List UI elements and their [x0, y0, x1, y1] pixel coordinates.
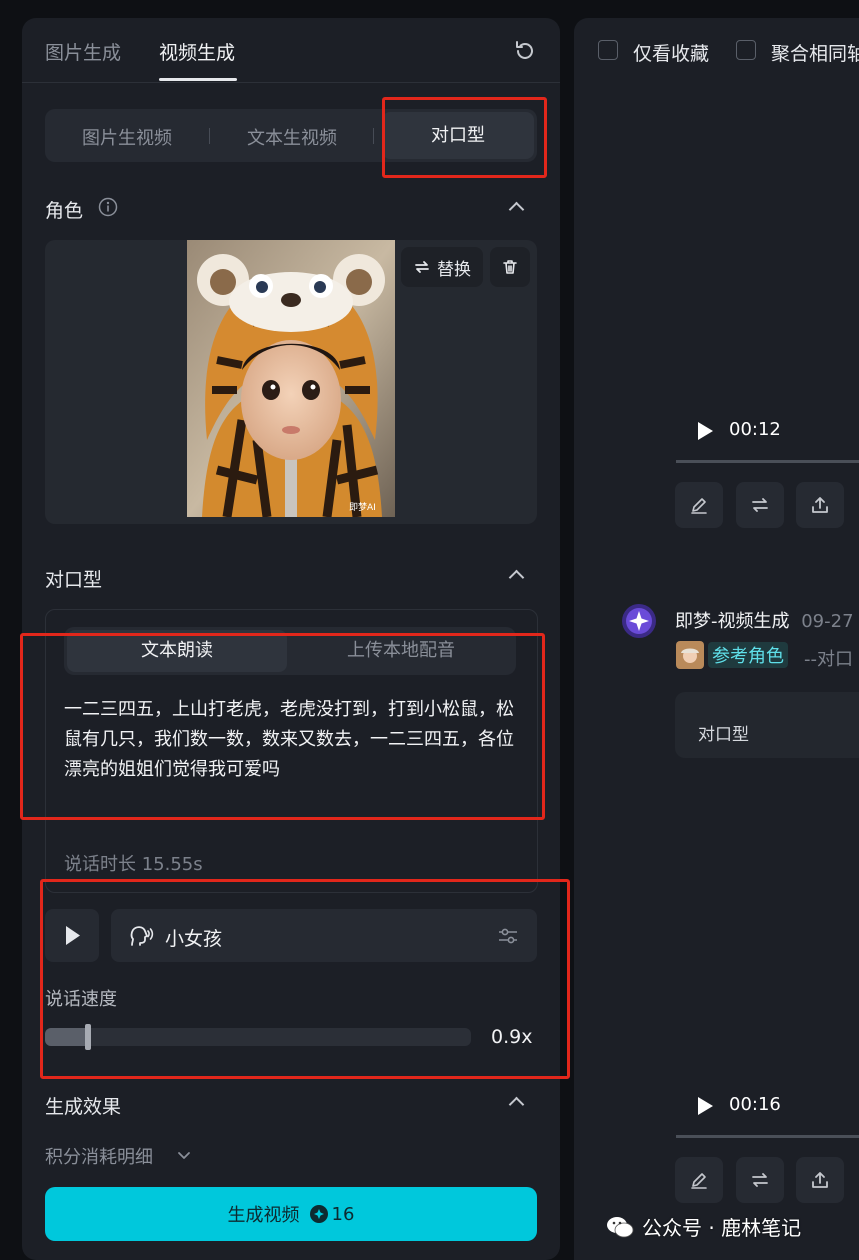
- speech-duration: 说话时长 15.55s: [64, 854, 203, 875]
- favorites-filter-label: 仅看收藏: [633, 43, 710, 65]
- edit-button[interactable]: [675, 1157, 723, 1203]
- favorites-checkbox[interactable]: [598, 40, 618, 60]
- wechat-watermark: 公众号 · 鹿林笔记: [606, 1212, 801, 1241]
- generate-label: 生成视频: [227, 1205, 300, 1226]
- message-date: 09-27: [801, 611, 854, 632]
- reference-role-chip[interactable]: 参考角色: [708, 642, 788, 668]
- prompt-text: 对口型: [698, 725, 749, 745]
- swap-icon: [415, 261, 429, 273]
- aggregate-filter-label: 聚合相同轴: [771, 43, 859, 65]
- role-photo: [187, 240, 395, 517]
- delete-button[interactable]: [490, 247, 530, 287]
- aggregate-checkbox[interactable]: [736, 40, 756, 60]
- swap-icon: [752, 1173, 768, 1187]
- message-sender: 即梦-视频生成 09-27: [675, 607, 854, 633]
- trash-icon: [503, 260, 517, 274]
- regenerate-button[interactable]: [736, 482, 784, 528]
- video1-progress[interactable]: [676, 460, 859, 463]
- generate-video-button[interactable]: 生成视频 16: [45, 1187, 537, 1241]
- highlight-box: [40, 879, 570, 1079]
- right-panel: [574, 18, 859, 1260]
- points-icon: [309, 1205, 328, 1223]
- watermark-text: 公众号 · 鹿林笔记: [642, 1216, 802, 1240]
- highlight-box: [382, 97, 547, 178]
- upload-icon: [812, 1172, 828, 1188]
- segment-divider: [209, 128, 210, 144]
- reference-thumbnail: [676, 641, 704, 669]
- reference-tail: --对口: [804, 649, 853, 670]
- replace-button[interactable]: 替换: [401, 247, 483, 287]
- info-icon[interactable]: [98, 197, 118, 217]
- segment-divider: [373, 128, 374, 144]
- swap-icon: [752, 498, 768, 512]
- effect-section-title: 生成效果: [45, 1096, 122, 1118]
- video1-time: 00:12: [729, 419, 781, 440]
- role-section-title: 角色: [45, 200, 84, 222]
- video2-progress[interactable]: [676, 1135, 859, 1138]
- refresh-icon[interactable]: [512, 38, 538, 64]
- dreamina-avatar: [621, 603, 657, 639]
- edit-button[interactable]: [675, 482, 723, 528]
- sender-name: 即梦-视频生成: [675, 611, 790, 632]
- export-button[interactable]: [796, 482, 844, 528]
- highlight-box: [20, 633, 545, 820]
- pencil-icon: [691, 498, 707, 514]
- cost-value: 16: [331, 1203, 355, 1225]
- video1-play-icon[interactable]: [694, 420, 716, 442]
- active-tab-indicator: [159, 78, 237, 81]
- export-button[interactable]: [796, 1157, 844, 1203]
- cost-badge: 16: [309, 1203, 355, 1225]
- tab-video-generation[interactable]: 视频生成: [159, 38, 235, 65]
- upload-icon: [812, 497, 828, 513]
- video2-play-icon[interactable]: [694, 1095, 716, 1117]
- divider: [22, 82, 560, 83]
- wechat-icon: [607, 1216, 634, 1237]
- pencil-icon: [691, 1173, 707, 1189]
- chevron-down-icon[interactable]: [177, 1148, 191, 1162]
- segment-text-to-video[interactable]: 文本生视频: [227, 124, 357, 150]
- segment-image-to-video[interactable]: 图片生视频: [62, 124, 192, 150]
- lipsync-section-title: 对口型: [45, 569, 103, 591]
- photo-watermark: 即梦AI: [349, 503, 376, 513]
- points-detail-link[interactable]: 积分消耗明细: [45, 1143, 153, 1169]
- regenerate-button[interactable]: [736, 1157, 784, 1203]
- tab-image-generation[interactable]: 图片生成: [45, 38, 121, 65]
- video2-time: 00:16: [729, 1094, 781, 1115]
- replace-label: 替换: [437, 259, 471, 280]
